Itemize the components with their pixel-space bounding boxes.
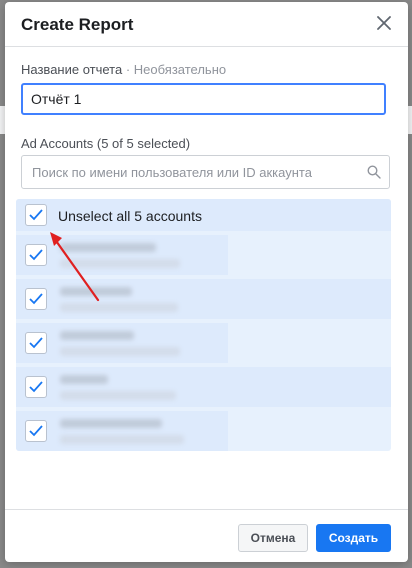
- blurred-account-name: [60, 375, 108, 384]
- account-row[interactable]: [16, 367, 391, 407]
- dialog-header: Create Report: [5, 2, 408, 47]
- account-checkbox[interactable]: [25, 420, 47, 442]
- check-icon: [29, 209, 43, 221]
- search-icon[interactable]: [367, 165, 381, 179]
- account-row-bg: [16, 367, 391, 407]
- close-icon[interactable]: [374, 13, 394, 33]
- dialog-title: Create Report: [21, 15, 134, 34]
- select-all-checkbox[interactable]: [25, 204, 47, 226]
- account-row-bg: [16, 411, 228, 451]
- account-search-box: [21, 155, 390, 189]
- report-name-label: Название отчета · Необязательно: [21, 62, 226, 77]
- account-checkbox[interactable]: [25, 376, 47, 398]
- cancel-button[interactable]: Отмена: [238, 524, 308, 552]
- select-all-label: Unselect all 5 accounts: [58, 208, 202, 224]
- account-row[interactable]: [16, 323, 391, 363]
- blurred-account-name: [60, 331, 134, 340]
- check-icon: [29, 425, 43, 437]
- dialog-footer: Отмена Создать: [5, 509, 408, 563]
- annotation-arrow-icon: [50, 232, 100, 302]
- account-checkbox[interactable]: [25, 332, 47, 354]
- ad-accounts-label: Ad Accounts (5 of 5 selected): [21, 136, 191, 151]
- create-button[interactable]: Создать: [316, 524, 391, 552]
- account-search-input[interactable]: [22, 156, 372, 188]
- optional-hint: Необязательно: [133, 62, 227, 77]
- blurred-account-id: [60, 435, 184, 444]
- check-icon: [29, 381, 43, 393]
- report-name-label-text: Название отчета: [21, 62, 123, 77]
- label-separator: ·: [122, 62, 134, 77]
- blurred-account-name: [60, 419, 162, 428]
- check-icon: [29, 337, 43, 349]
- blurred-account-id: [60, 391, 176, 400]
- account-row-bg: [16, 323, 228, 363]
- blurred-account-id: [60, 347, 180, 356]
- report-name-input[interactable]: [21, 83, 386, 115]
- account-row[interactable]: [16, 411, 391, 451]
